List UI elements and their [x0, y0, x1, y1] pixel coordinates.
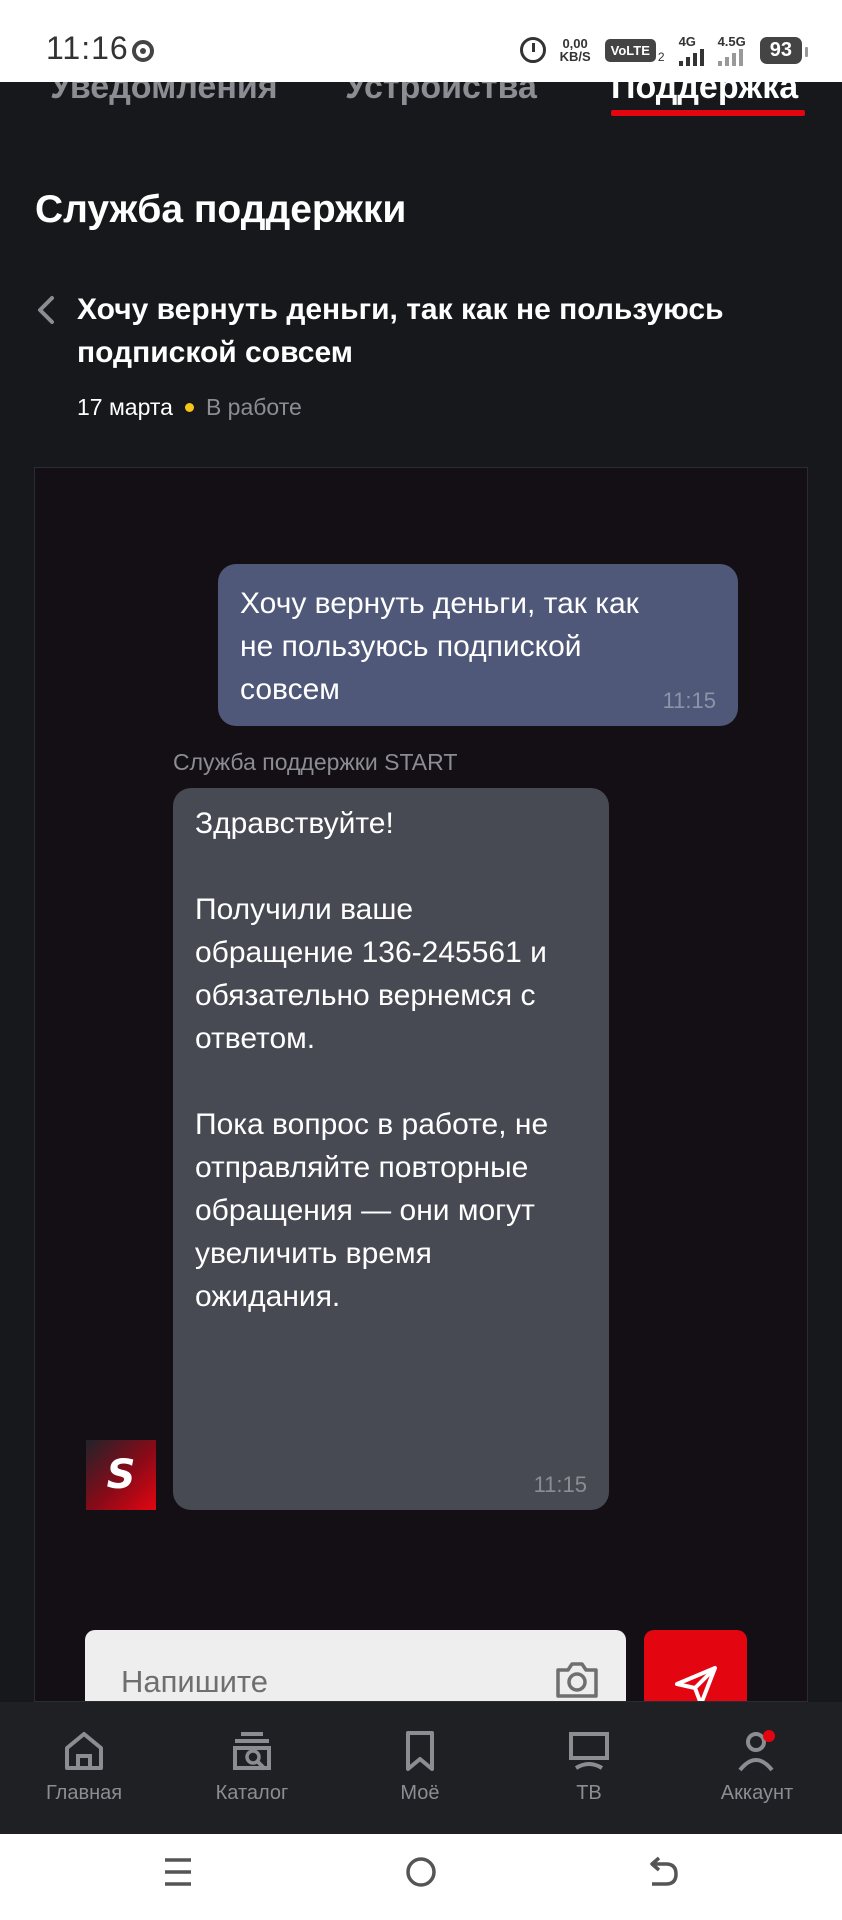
system-navigation-bar — [0, 1834, 842, 1920]
signal-1: 4G — [678, 33, 704, 66]
message-time: 11:15 — [533, 1472, 587, 1497]
support-message: Здравствуйте! Получили ваше обращение 13… — [173, 788, 609, 1510]
signal-bars-icon — [678, 48, 704, 66]
nav-my-label: Моё — [400, 1782, 440, 1804]
recent-apps-icon[interactable] — [162, 1854, 194, 1890]
user-message-text: Хочу вернуть деньги, так как не пользуюс… — [240, 587, 639, 706]
message-input-placeholder: Напишите — [121, 1664, 269, 1699]
status-dot-icon — [184, 403, 194, 412]
nav-catalog-label: Каталог — [215, 1782, 289, 1804]
sim2-label: 2 — [657, 50, 665, 64]
active-tab-indicator — [611, 110, 805, 116]
ticket-status: В работе — [205, 394, 302, 420]
alarm-icon — [519, 37, 546, 63]
support-sender-name: Служба поддержки START — [173, 749, 458, 775]
home-button-icon[interactable] — [404, 1854, 438, 1890]
ticket-date: 17 марта — [77, 394, 173, 420]
nav-account-label: Аккаунт — [720, 1782, 794, 1804]
nav-my[interactable]: Моё — [360, 1728, 480, 1805]
support-avatar: S — [86, 1440, 156, 1510]
send-icon — [674, 1666, 717, 1701]
ticket-title: Хочу вернуть деньги, так как не пользуюс… — [77, 293, 724, 369]
chat-panel[interactable]: Хочу вернуть деньги, так как не пользуюс… — [34, 467, 808, 1702]
signal-bars-icon — [717, 48, 743, 66]
tab-notifications[interactable]: Уведомления — [50, 82, 278, 107]
status-time: 11:16 — [46, 30, 129, 66]
page-title: Служба поддержки — [35, 188, 407, 231]
signal-2: 4.5G — [717, 33, 746, 66]
support-message-paragraph: Здравствуйте! — [195, 807, 394, 840]
tab-support[interactable]: Поддержка — [611, 82, 798, 107]
bottom-navigation: Главная Каталог Моё ТВ Аккаунт — [0, 1702, 842, 1834]
network-speed: 0,00 KB/S — [560, 37, 591, 63]
nav-catalog[interactable]: Каталог — [192, 1728, 312, 1805]
battery-indicator: 93 — [759, 36, 809, 64]
back-chevron-icon[interactable] — [34, 294, 58, 326]
catalog-icon — [233, 1732, 271, 1771]
status-icons: 0,00 KB/S VoLTE 2 4G 4.5G 93 — [519, 32, 809, 68]
status-bar: 11:16 0,00 KB/S VoLTE 2 4G 4.5G 93 — [0, 0, 842, 82]
back-button-icon[interactable] — [646, 1854, 680, 1890]
support-message-paragraph: Пока вопрос в работе, не отправляйте пов… — [195, 1108, 549, 1313]
send-button[interactable] — [644, 1630, 747, 1701]
home-icon — [65, 1732, 103, 1770]
volte-badge: VoLTE — [604, 38, 656, 62]
nav-home[interactable]: Главная — [24, 1728, 144, 1805]
nav-tv-label: ТВ — [576, 1782, 602, 1804]
nav-home-label: Главная — [45, 1782, 123, 1804]
net1-label: 4G — [678, 33, 696, 49]
message-input[interactable]: Напишите — [85, 1630, 626, 1701]
top-tabs: Уведомления Устройства Поддержка — [0, 82, 842, 120]
bookmark-icon — [406, 1731, 434, 1771]
net2-label: 4.5G — [717, 33, 746, 49]
tab-devices[interactable]: Устройства — [345, 82, 537, 107]
nav-tv[interactable]: ТВ — [529, 1728, 649, 1805]
chrome-icon — [132, 40, 154, 62]
support-message-paragraph: Получили ваше обращение 136-245561 и обя… — [195, 893, 547, 1055]
tv-icon — [569, 1732, 609, 1770]
message-time: 11:15 — [662, 688, 716, 713]
ticket-meta: 17 марта В работе — [77, 394, 302, 421]
nav-account[interactable]: Аккаунт — [697, 1728, 817, 1805]
user-message: Хочу вернуть деньги, так как не пользуюс… — [218, 564, 738, 726]
avatar-logo-letter: S — [106, 1452, 136, 1498]
speed-unit: KB/S — [559, 49, 591, 64]
camera-icon[interactable] — [554, 1660, 600, 1700]
account-icon — [738, 1730, 775, 1772]
